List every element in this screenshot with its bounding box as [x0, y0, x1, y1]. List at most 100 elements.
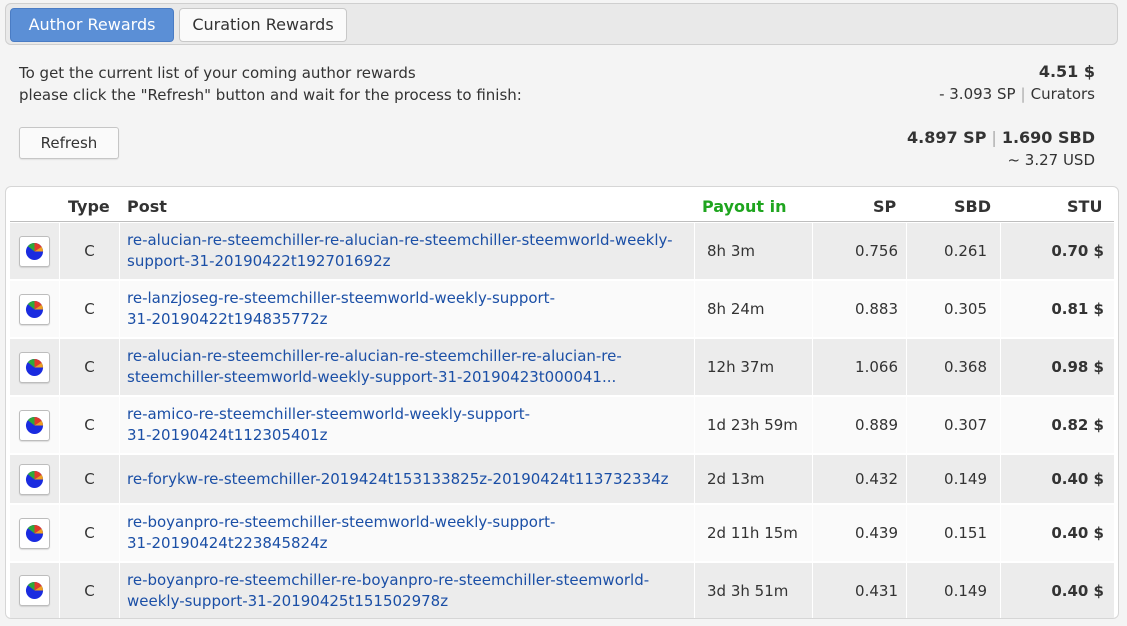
pie-chart-icon[interactable] — [19, 575, 50, 606]
post-link[interactable]: re-alucian-re-steemchiller-re-alucian-re… — [127, 230, 673, 272]
post-cell: re-forykw-re-steemchiller-2019424t153133… — [120, 455, 695, 503]
pie-chart-icon[interactable] — [19, 351, 50, 383]
post-link[interactable]: re-boyanpro-re-steemchiller-steemworld-w… — [127, 512, 555, 554]
post-cell: re-boyanpro-re-steemchiller-steemworld-w… — [120, 505, 695, 561]
separator: | — [991, 128, 997, 147]
post-cell: re-amico-re-steemchiller-steemworld-week… — [120, 397, 695, 453]
intro-text: To get the current list of your coming a… — [19, 62, 522, 106]
stu-cell: 0.82 $ — [1051, 416, 1104, 434]
tab-author-rewards[interactable]: Author Rewards — [10, 8, 174, 42]
post-link-line-2[interactable]: steemchiller-steemworld-weekly-support-3… — [127, 368, 616, 386]
refresh-button[interactable]: Refresh — [19, 127, 119, 159]
post-link-line-1[interactable]: re-lanzjoseg-re-steemchiller-steemworld-… — [127, 289, 555, 307]
post-link-line-1[interactable]: re-amico-re-steemchiller-steemworld-week… — [127, 405, 530, 423]
post-link[interactable]: re-boyanpro-re-steemchiller-re-boyanpro-… — [127, 570, 649, 612]
payout-cell: 8h 3m — [695, 223, 813, 279]
post-cell: re-alucian-re-steemchiller-re-alucian-re… — [120, 223, 695, 279]
table-row: Cre-boyanpro-re-steemchiller-re-boyanpro… — [10, 562, 1114, 618]
sp-cell: 0.756 — [813, 223, 907, 279]
post-link-line-2[interactable]: support-31-20190422t192701692z — [127, 252, 391, 270]
payout-cell: 2d 11h 15m — [695, 505, 813, 561]
header-stu: STU — [1067, 197, 1103, 216]
post-link-line-2[interactable]: weekly-support-31-20190425t151502978z — [127, 592, 448, 610]
header-payout-label: Payout in — [702, 197, 787, 216]
stu-cell: 0.40 $ — [1051, 470, 1104, 488]
payout-cell: 2d 13m — [695, 455, 813, 503]
sp-cell: 0.432 — [813, 455, 907, 503]
net-rewards: 4.897 SP | 1.690 SBD — [907, 128, 1095, 147]
post-link-line-2[interactable]: 31-20190424t112305401z — [127, 426, 328, 444]
sbd-cell: 0.149 — [907, 455, 1001, 503]
payout-cell: 12h 37m — [695, 339, 813, 395]
post-cell: re-alucian-re-steemchiller-re-alucian-re… — [120, 339, 695, 395]
row-action-cell — [10, 455, 60, 503]
table-row: Cre-boyanpro-re-steemchiller-steemworld-… — [10, 504, 1114, 561]
type-cell: C — [60, 505, 120, 561]
stu-cell: 0.70 $ — [1051, 242, 1104, 260]
intro-line-1: To get the current list of your coming a… — [19, 64, 416, 82]
sbd-cell: 0.307 — [907, 397, 1001, 453]
curators-sp: - 3.093 SP — [939, 85, 1016, 103]
post-link-line-2[interactable]: 31-20190424t223845824z — [127, 534, 328, 552]
pie-chart-icon[interactable] — [19, 463, 50, 495]
row-action-cell — [10, 505, 60, 561]
post-link-line-1[interactable]: re-alucian-re-steemchiller-re-alucian-re… — [127, 347, 622, 365]
header-type: Type — [68, 197, 110, 216]
table-row: Cre-forykw-re-steemchiller-2019424t15313… — [10, 454, 1114, 503]
sp-cell: 0.431 — [813, 563, 907, 618]
row-action-cell — [10, 339, 60, 395]
sp-cell: 0.883 — [813, 281, 907, 337]
post-link[interactable]: re-forykw-re-steemchiller-2019424t153133… — [127, 469, 669, 490]
approx-usd: ~ 3.27 USD — [1007, 151, 1095, 169]
post-link[interactable]: re-amico-re-steemchiller-steemworld-week… — [127, 404, 530, 446]
pie-chart-icon[interactable] — [19, 409, 50, 441]
sp-cell: 1.066 — [813, 339, 907, 395]
header-payout: Payout in — [702, 197, 787, 216]
post-link[interactable]: re-alucian-re-steemchiller-re-alucian-re… — [127, 346, 622, 388]
pie-chart-icon[interactable] — [19, 235, 50, 267]
sp-cell: 0.889 — [813, 397, 907, 453]
post-link-line-2[interactable]: 31-20190422t194835772z — [127, 310, 328, 328]
type-cell: C — [60, 281, 120, 337]
curators-label: Curators — [1030, 85, 1095, 103]
row-action-cell — [10, 281, 60, 337]
type-cell: C — [60, 397, 120, 453]
table-row: Cre-lanzjoseg-re-steemchiller-steemworld… — [10, 280, 1114, 337]
header-sbd: SBD — [954, 197, 991, 216]
net-sbd: 1.690 SBD — [1001, 128, 1095, 147]
type-cell: C — [60, 339, 120, 395]
post-link-line-1[interactable]: re-alucian-re-steemchiller-re-alucian-re… — [127, 231, 673, 249]
row-action-cell — [10, 563, 60, 618]
stu-cell: 0.81 $ — [1051, 300, 1104, 318]
post-link-line-1[interactable]: re-boyanpro-re-steemchiller-steemworld-w… — [127, 513, 555, 531]
payout-cell: 8h 24m — [695, 281, 813, 337]
post-link[interactable]: re-lanzjoseg-re-steemchiller-steemworld-… — [127, 288, 555, 330]
net-sp: 4.897 SP — [906, 128, 987, 147]
payout-cell: 1d 23h 59m — [695, 397, 813, 453]
payout-cell: 3d 3h 51m — [695, 563, 813, 618]
row-action-cell — [10, 223, 60, 279]
table-row: Cre-alucian-re-steemchiller-re-alucian-r… — [10, 222, 1114, 279]
sbd-cell: 0.151 — [907, 505, 1001, 561]
total-usd-value: 4.51 $ — [1038, 62, 1095, 81]
table-row: Cre-amico-re-steemchiller-steemworld-wee… — [10, 396, 1114, 453]
stu-cell: 0.98 $ — [1051, 358, 1104, 376]
pie-chart-icon[interactable] — [19, 293, 50, 325]
header-post: Post — [127, 197, 167, 216]
sp-cell: 0.439 — [813, 505, 907, 561]
type-cell: C — [60, 455, 120, 503]
separator: | — [1020, 85, 1026, 103]
pie-chart-icon[interactable] — [19, 517, 50, 549]
sbd-cell: 0.261 — [907, 223, 1001, 279]
reward-tabs: Author Rewards Curation Rewards — [5, 3, 1118, 45]
tab-curation-rewards[interactable]: Curation Rewards — [179, 8, 347, 42]
post-link-line-1[interactable]: re-boyanpro-re-steemchiller-re-boyanpro-… — [127, 571, 649, 589]
sbd-cell: 0.305 — [907, 281, 1001, 337]
curators-summary: - 3.093 SP | Curators — [939, 85, 1095, 103]
type-cell: C — [60, 563, 120, 618]
post-cell: re-boyanpro-re-steemchiller-re-boyanpro-… — [120, 563, 695, 618]
post-link-line-1[interactable]: re-forykw-re-steemchiller-2019424t153133… — [127, 470, 669, 488]
total-usd: 4.51 $ — [1039, 62, 1095, 81]
stu-cell: 0.40 $ — [1051, 581, 1104, 600]
sbd-cell: 0.368 — [907, 339, 1001, 395]
